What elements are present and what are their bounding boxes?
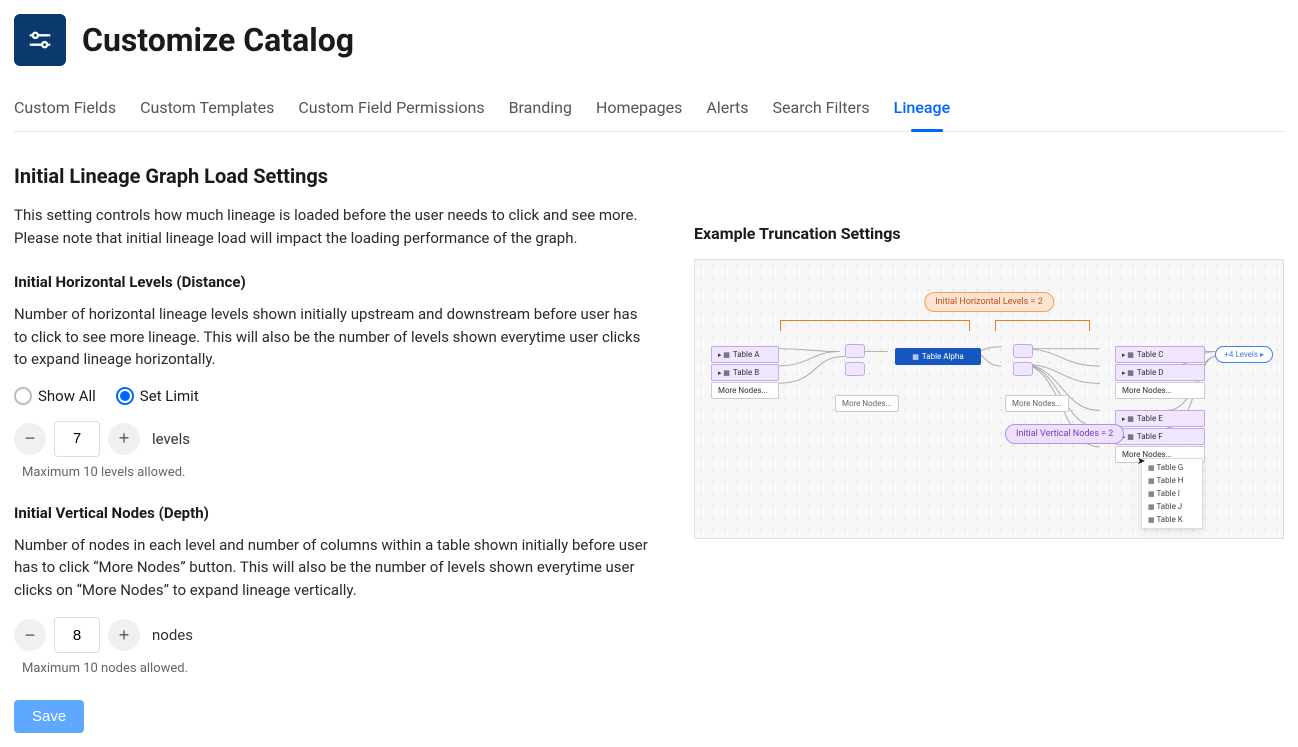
diagram-pill bbox=[845, 362, 865, 376]
dropdown-item: ▦ Table I bbox=[1142, 487, 1202, 500]
section-desc: This setting controls how much lineage i… bbox=[14, 204, 654, 249]
customize-icon bbox=[14, 14, 66, 66]
diagram-pill bbox=[1013, 362, 1033, 376]
diagram-more-nodes: More Nodes... bbox=[835, 395, 899, 412]
diagram-pill bbox=[1013, 344, 1033, 358]
table-icon: ▸ ▦ bbox=[1122, 351, 1134, 359]
table-icon: ▸ ▦ bbox=[718, 369, 730, 377]
radio-set-limit[interactable]: Set Limit bbox=[116, 387, 199, 405]
nodes-input[interactable] bbox=[54, 617, 100, 653]
nodes-unit: nodes bbox=[152, 626, 193, 644]
diagram-node: ▸ ▦Table C bbox=[1115, 346, 1205, 363]
tabs: Custom Fields Custom Templates Custom Fi… bbox=[14, 90, 1284, 132]
table-icon: ▦ bbox=[912, 353, 919, 361]
decrement-button[interactable]: − bbox=[14, 619, 46, 651]
tab-alerts[interactable]: Alerts bbox=[706, 90, 748, 131]
diagram-node: ▸ ▦Table D bbox=[1115, 364, 1205, 381]
increment-button[interactable]: + bbox=[108, 423, 140, 455]
radio-label: Show All bbox=[38, 387, 96, 405]
diagram-levels-button: +4 Levels ▸ bbox=[1215, 346, 1273, 363]
page-title: Customize Catalog bbox=[82, 21, 354, 59]
diagram-node: ▸ ▦Table E bbox=[1115, 410, 1205, 427]
diagram-more-nodes: More Nodes... bbox=[711, 382, 779, 399]
radio-icon bbox=[116, 387, 134, 405]
diagram-more-nodes: More Nodes... bbox=[1005, 395, 1069, 412]
table-icon: ▸ ▦ bbox=[718, 351, 730, 359]
table-icon: ▦ bbox=[1148, 477, 1155, 485]
tab-lineage[interactable]: Lineage bbox=[894, 90, 950, 131]
tab-custom-fields[interactable]: Custom Fields bbox=[14, 90, 116, 131]
tab-search-filters[interactable]: Search Filters bbox=[773, 90, 870, 131]
table-icon: ▦ bbox=[1148, 490, 1155, 498]
nodes-hint: Maximum 10 nodes allowed. bbox=[22, 661, 654, 676]
table-icon: ▦ bbox=[1148, 516, 1155, 524]
levels-hint: Maximum 10 levels allowed. bbox=[22, 465, 654, 480]
badge-vertical: Initial Vertical Nodes = 2 bbox=[1005, 424, 1124, 444]
diagram-node: ▸ ▦Table B bbox=[711, 364, 779, 381]
table-icon: ▸ ▦ bbox=[1122, 369, 1134, 377]
diagram-more-nodes: More Nodes... bbox=[1115, 382, 1205, 399]
levels-input[interactable] bbox=[54, 421, 100, 457]
levels-unit: levels bbox=[152, 430, 190, 448]
dropdown-item: ▦ Table J bbox=[1142, 500, 1202, 513]
decrement-button[interactable]: − bbox=[14, 423, 46, 455]
diagram-center-node: ▦Table Alpha bbox=[895, 348, 981, 365]
dropdown-item: ▦ Table K bbox=[1142, 513, 1202, 526]
table-icon: ▦ bbox=[1148, 464, 1155, 472]
tab-custom-field-permissions[interactable]: Custom Field Permissions bbox=[298, 90, 484, 131]
example-title: Example Truncation Settings bbox=[694, 224, 1284, 243]
dropdown-item: ▦ Table G bbox=[1142, 461, 1202, 474]
cursor-icon: ➤ bbox=[1137, 456, 1145, 467]
save-button[interactable]: Save bbox=[14, 700, 84, 733]
diagram-node: ▸ ▦Table A bbox=[711, 346, 779, 363]
radio-show-all[interactable]: Show All bbox=[14, 387, 96, 405]
horizontal-title: Initial Horizontal Levels (Distance) bbox=[14, 273, 654, 291]
diagram-dropdown: ▦ Table G ▦ Table H ▦ Table I ▦ Table J … bbox=[1141, 458, 1203, 529]
section-title: Initial Lineage Graph Load Settings bbox=[14, 164, 654, 188]
table-icon: ▦ bbox=[1148, 503, 1155, 511]
dropdown-item: ▦ Table H bbox=[1142, 474, 1202, 487]
tab-branding[interactable]: Branding bbox=[509, 90, 572, 131]
horizontal-desc: Number of horizontal lineage levels show… bbox=[14, 303, 654, 371]
vertical-title: Initial Vertical Nodes (Depth) bbox=[14, 504, 654, 522]
badge-horizontal: Initial Horizontal Levels = 2 bbox=[924, 292, 1054, 312]
radio-label: Set Limit bbox=[140, 387, 199, 405]
tab-custom-templates[interactable]: Custom Templates bbox=[140, 90, 274, 131]
vertical-desc: Number of nodes in each level and number… bbox=[14, 534, 654, 602]
tab-homepages[interactable]: Homepages bbox=[596, 90, 682, 131]
radio-icon bbox=[14, 387, 32, 405]
example-diagram: Initial Horizontal Levels = 2 ▸ ▦Table A… bbox=[694, 259, 1284, 539]
diagram-pill bbox=[845, 344, 865, 358]
increment-button[interactable]: + bbox=[108, 619, 140, 651]
diagram-node: ▸ ▦Table F bbox=[1115, 428, 1205, 445]
table-icon: ▸ ▦ bbox=[1122, 415, 1134, 423]
